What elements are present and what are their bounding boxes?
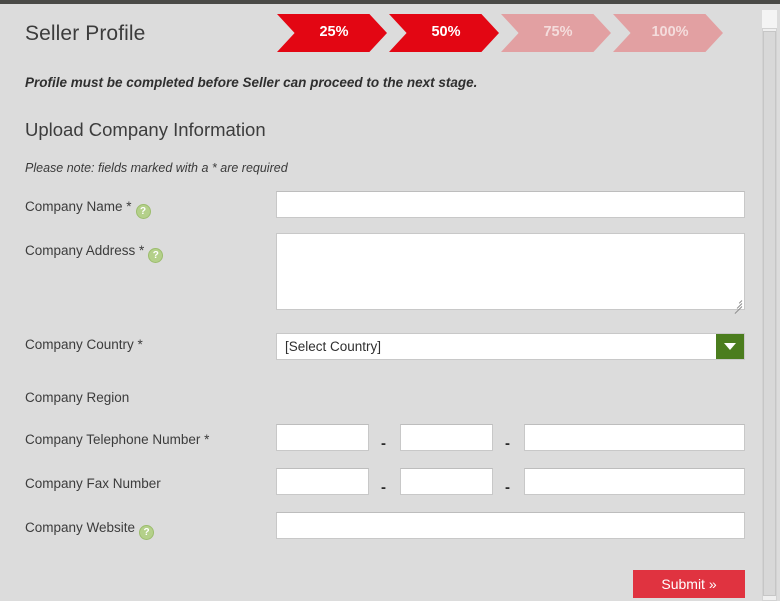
page-header: Seller Profile 25% 50% 75% 100% xyxy=(0,4,752,60)
company-fax-part2-input[interactable] xyxy=(400,468,493,495)
help-icon-company-address[interactable]: ? xyxy=(148,248,163,263)
company-address-textarea[interactable] xyxy=(276,233,745,310)
label-company-name: Company Name *? xyxy=(25,199,151,219)
label-company-country-text: Company Country * xyxy=(25,337,143,352)
company-fax-part3-input[interactable] xyxy=(524,468,745,495)
telephone-separator-1: - xyxy=(381,436,386,451)
profile-note: Profile must be completed before Seller … xyxy=(25,75,477,90)
label-company-name-text: Company Name * xyxy=(25,199,132,214)
help-icon-company-website[interactable]: ? xyxy=(139,525,154,540)
label-company-region-text: Company Region xyxy=(25,390,129,405)
fax-separator-2: - xyxy=(505,480,510,495)
progress-step-50-label: 50% xyxy=(431,24,460,40)
progress-step-100[interactable]: 100% xyxy=(613,14,723,52)
label-company-country: Company Country * xyxy=(25,337,143,353)
company-country-select[interactable]: [Select Country] xyxy=(276,333,745,360)
vertical-scrollbar[interactable] xyxy=(760,4,780,601)
label-company-address: Company Address *? xyxy=(25,243,163,263)
label-company-telephone: Company Telephone Number * xyxy=(25,432,209,448)
scrollbar-thumb[interactable] xyxy=(763,31,776,596)
progress-step-25-label: 25% xyxy=(319,24,348,40)
label-company-address-text: Company Address * xyxy=(25,243,144,258)
progress-stepper: 25% 50% 75% 100% xyxy=(277,14,725,52)
company-fax-part1-input[interactable] xyxy=(276,468,369,495)
company-telephone-part3-input[interactable] xyxy=(524,424,745,451)
progress-step-75-label: 75% xyxy=(543,24,572,40)
scrollbar-top-cap xyxy=(762,10,777,30)
seller-profile-page: Seller Profile 25% 50% 75% 100% Profile … xyxy=(0,0,780,601)
progress-step-100-label: 100% xyxy=(651,24,688,40)
label-company-website-text: Company Website xyxy=(25,520,135,535)
label-company-region: Company Region xyxy=(25,390,129,406)
progress-step-25[interactable]: 25% xyxy=(277,14,387,52)
company-telephone-part1-input[interactable] xyxy=(276,424,369,451)
company-country-selected-value: [Select Country] xyxy=(285,339,381,354)
company-website-input[interactable] xyxy=(276,512,745,539)
submit-button[interactable]: Submit » xyxy=(633,570,745,598)
label-company-website: Company Website? xyxy=(25,520,154,540)
company-name-input[interactable] xyxy=(276,191,745,218)
section-title: Upload Company Information xyxy=(25,119,266,141)
help-icon-company-name[interactable]: ? xyxy=(136,204,151,219)
page-title: Seller Profile xyxy=(25,22,145,46)
label-company-telephone-text: Company Telephone Number * xyxy=(25,432,209,447)
progress-step-75[interactable]: 75% xyxy=(501,14,611,52)
company-country-dropdown-button[interactable] xyxy=(716,334,744,359)
label-company-fax-text: Company Fax Number xyxy=(25,476,161,491)
required-fields-note: Please note: fields marked with a * are … xyxy=(25,161,288,175)
progress-step-50[interactable]: 50% xyxy=(389,14,499,52)
telephone-separator-2: - xyxy=(505,436,510,451)
chevron-down-icon xyxy=(724,343,736,350)
fax-separator-1: - xyxy=(381,480,386,495)
company-telephone-part2-input[interactable] xyxy=(400,424,493,451)
label-company-fax: Company Fax Number xyxy=(25,476,161,492)
